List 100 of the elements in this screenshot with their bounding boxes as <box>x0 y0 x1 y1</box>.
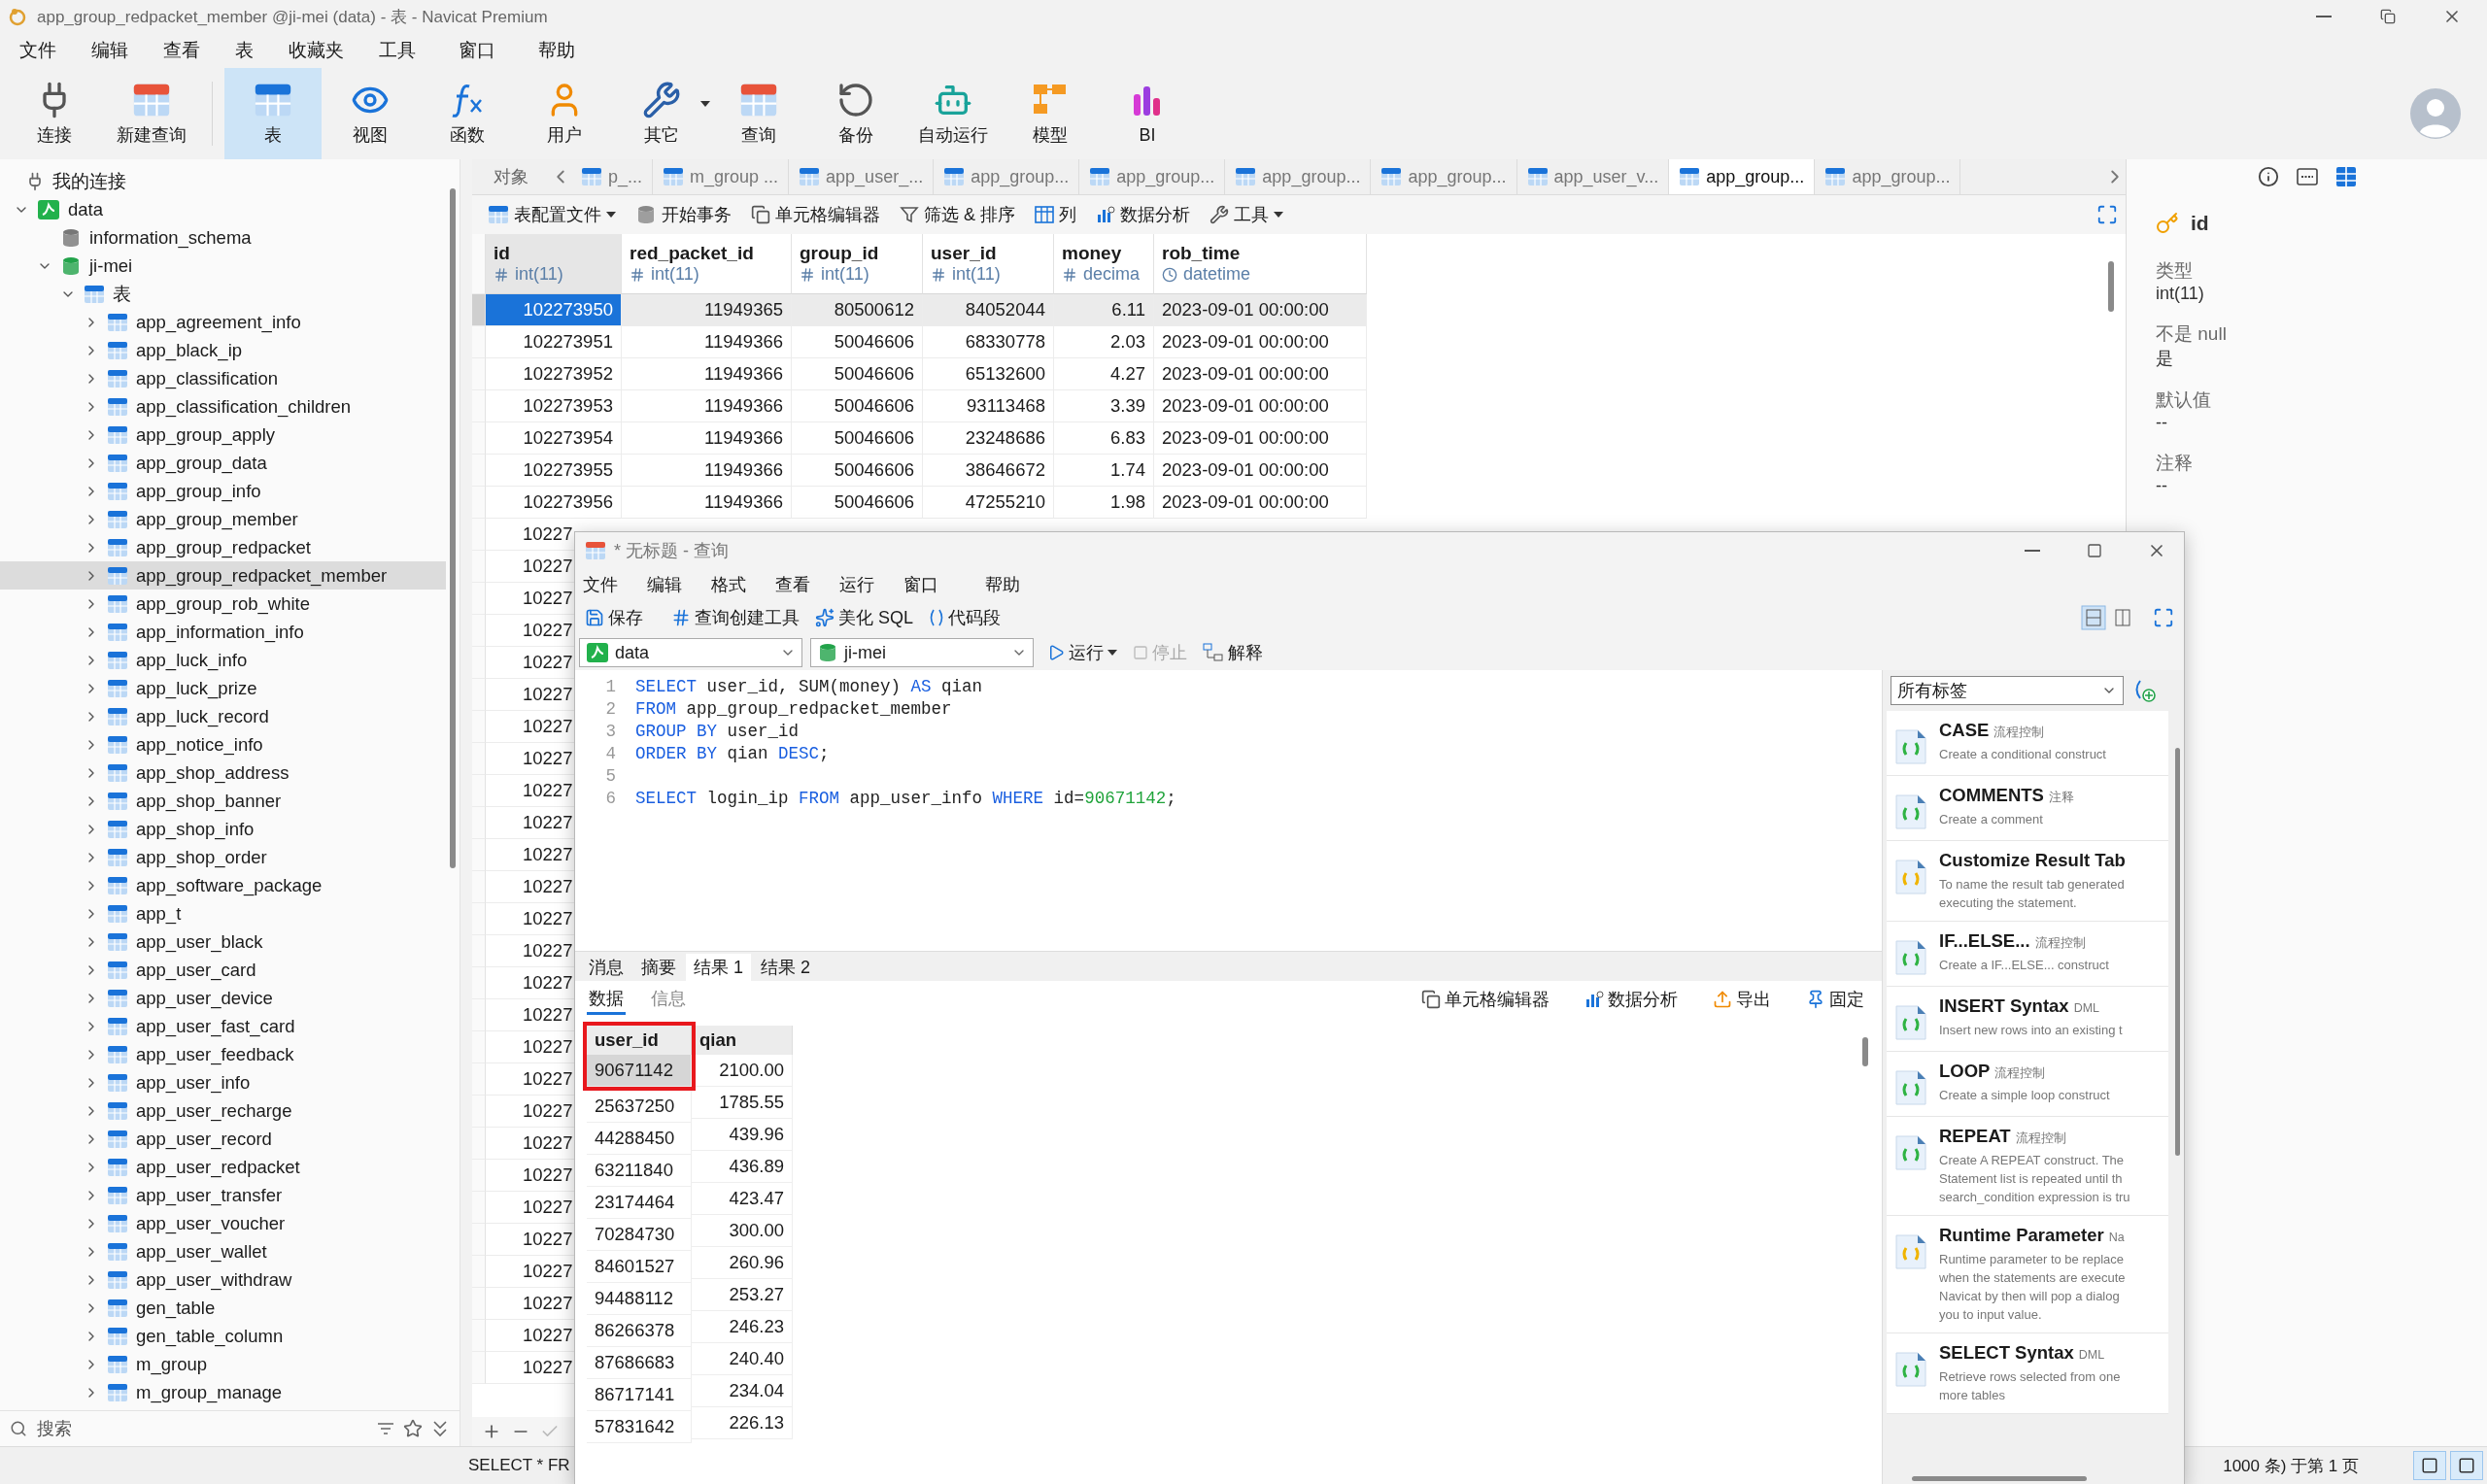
tree-item[interactable]: m_group <box>0 1350 446 1378</box>
menu-item[interactable]: 编辑 <box>76 35 144 66</box>
document-tab[interactable]: app_group... <box>1669 159 1816 194</box>
tree-item[interactable]: app_t <box>0 899 446 928</box>
menu-item[interactable]: 编辑 <box>639 573 703 596</box>
menu-item[interactable]: 窗口 <box>443 35 511 66</box>
toolbar-button[interactable]: 列 <box>1027 198 1084 231</box>
tree-item[interactable]: app_user_device <box>0 984 446 1012</box>
toolbar-button[interactable]: 美化 SQL <box>809 603 920 632</box>
run-button[interactable]: 运行 <box>1041 638 1123 667</box>
info-icon[interactable] <box>2257 166 2279 187</box>
tree-item[interactable]: app_user_transfer <box>0 1181 446 1209</box>
tree-item[interactable]: app_user_black <box>0 928 446 956</box>
snippet-item[interactable]: Customize Result Tab To name the result tab generated executing the statement. <box>1887 841 2168 922</box>
toolbar-button[interactable]: 函数 <box>419 68 516 159</box>
ddl-icon[interactable] <box>2296 167 2318 186</box>
tree-item[interactable]: app_agreement_info <box>0 308 446 336</box>
scrollbar-thumb[interactable] <box>1912 1476 2087 1481</box>
toolbar-button[interactable]: 查询 <box>710 68 807 159</box>
toolbar-button[interactable]: 自动运行 <box>904 68 1002 159</box>
menu-item[interactable]: 帮助 <box>977 573 1041 596</box>
connection-select[interactable]: data <box>579 638 802 667</box>
tree-item[interactable]: app_group_redpacket_member <box>0 561 446 590</box>
tree-item[interactable]: app_user_info <box>0 1068 446 1096</box>
menu-item[interactable]: 窗口 <box>896 573 977 596</box>
tag-select[interactable]: 所有标签 <box>1891 676 2124 705</box>
menu-item[interactable]: 查看 <box>767 573 832 596</box>
menu-item[interactable]: 文件 <box>4 35 72 66</box>
tree-item[interactable]: app_software_package <box>0 871 446 899</box>
toolbar-button[interactable]: 代码段 <box>923 603 1007 632</box>
tree-item[interactable]: app_luck_prize <box>0 674 446 702</box>
toolbar-button[interactable]: 备份 <box>807 68 904 159</box>
tree-item[interactable]: app_group_apply <box>0 421 446 449</box>
result-tab[interactable]: 结果 1 <box>686 954 751 981</box>
toolbar-button[interactable]: 单元格编辑器 <box>743 198 888 231</box>
scrollbar-thumb[interactable] <box>2108 261 2114 312</box>
tree-item[interactable]: app_user_redpacket <box>0 1153 446 1181</box>
tree-item[interactable]: ji-mei <box>0 252 446 280</box>
column-header[interactable]: user_id int(11) <box>923 234 1054 294</box>
tree-item[interactable]: app_black_ip <box>0 336 446 364</box>
search-field[interactable]: 搜索 <box>35 1417 368 1440</box>
toolbar-button[interactable]: 视图 <box>322 68 419 159</box>
toolbar-button[interactable]: 单元格编辑器 <box>1415 985 1555 1014</box>
tree-item[interactable]: app_classification_children <box>0 392 446 421</box>
tree-item[interactable]: app_user_record <box>0 1125 446 1153</box>
scrollbar-thumb[interactable] <box>450 188 456 868</box>
result-tab[interactable]: 结果 2 <box>753 954 819 981</box>
toolbar-button[interactable]: 用户 <box>516 68 613 159</box>
result-tab[interactable]: 摘要 <box>633 954 684 981</box>
snippet-item[interactable]: CASE 流程控制 Create a conditional construct <box>1887 711 2168 776</box>
toolbar-button[interactable]: 固定 <box>1800 985 1870 1014</box>
toolbar-button[interactable]: 筛选 & 排序 <box>892 198 1023 231</box>
toolbar-button[interactable]: 其它 <box>613 68 710 159</box>
toolbar-button[interactable]: 开始事务 <box>628 198 739 231</box>
tree-item[interactable]: app_group_info <box>0 477 446 505</box>
toolbar-button[interactable]: BI <box>1099 68 1196 159</box>
document-tab[interactable]: p_... <box>571 159 654 194</box>
toolbar-button[interactable]: 数据分析 <box>1088 198 1198 231</box>
menu-item[interactable]: 表 <box>220 35 269 66</box>
tree-item[interactable]: data <box>0 195 446 223</box>
tree-item[interactable]: gen_table <box>0 1294 446 1322</box>
document-tab[interactable]: app_group... <box>1815 159 1961 194</box>
fullscreen-icon[interactable] <box>2153 607 2174 628</box>
snippet-item[interactable]: COMMENTS 注释 Create a comment <box>1887 776 2168 841</box>
menu-item[interactable]: 工具 <box>363 35 431 66</box>
tree-item[interactable]: app_user_wallet <box>0 1237 446 1265</box>
tree-item[interactable]: app_information_info <box>0 618 446 646</box>
star-icon[interactable] <box>403 1419 423 1438</box>
toolbar-button[interactable]: 数据分析 <box>1579 985 1684 1014</box>
collapse-icon[interactable] <box>430 1419 450 1438</box>
tree-item[interactable]: app_group_member <box>0 505 446 533</box>
explain-button[interactable]: 解释 <box>1197 638 1269 667</box>
objects-tab[interactable]: 对象 <box>472 159 550 194</box>
view-tab[interactable]: 信息 <box>649 984 688 1015</box>
toolbar-button[interactable]: 表 <box>224 68 322 159</box>
menu-item[interactable]: 格式 <box>703 573 767 596</box>
layout-button[interactable] <box>2450 1451 2483 1480</box>
column-header[interactable]: rob_time datetime <box>1154 234 1367 294</box>
sql-editor[interactable]: 1 2 3 4 5 6 SELECT user_id, SUM(money) AS qian FROM app_group_redpacket_member GROUP BY user_id ORDER BY qian DESC; SELECT login_ip FROM app_user_info WHERE id=90671142; <box>575 670 1882 952</box>
toolbar-button[interactable]: 连接 <box>6 68 103 159</box>
document-tab[interactable]: m_group ... <box>653 159 790 194</box>
tree-item[interactable]: 表 <box>0 280 446 308</box>
tree-item[interactable]: app_group_rob_white <box>0 590 446 618</box>
menu-item[interactable]: 帮助 <box>523 35 591 66</box>
document-tab[interactable]: app_group... <box>934 159 1080 194</box>
scrollbar-thumb[interactable] <box>2175 748 2180 1156</box>
tree-item[interactable]: app_shop_info <box>0 815 446 843</box>
column-header[interactable]: red_packet_id int(11) <box>622 234 792 294</box>
tree-item[interactable]: app_notice_info <box>0 730 446 759</box>
column-header[interactable]: money decima <box>1054 234 1154 294</box>
document-tab[interactable]: app_group... <box>1371 159 1517 194</box>
tree-item[interactable]: app_group_data <box>0 449 446 477</box>
tree-item[interactable]: 我的连接 <box>0 167 446 195</box>
menu-item[interactable]: 查看 <box>148 35 216 66</box>
database-select[interactable]: ji-mei <box>810 638 1034 667</box>
tree-item[interactable]: app_user_recharge <box>0 1096 446 1125</box>
document-tab[interactable]: app_group... <box>1225 159 1372 194</box>
tree-item[interactable]: gen_table_column <box>0 1322 446 1350</box>
tree-item[interactable]: information_schema <box>0 223 446 252</box>
tree-item[interactable]: app_user_voucher <box>0 1209 446 1237</box>
